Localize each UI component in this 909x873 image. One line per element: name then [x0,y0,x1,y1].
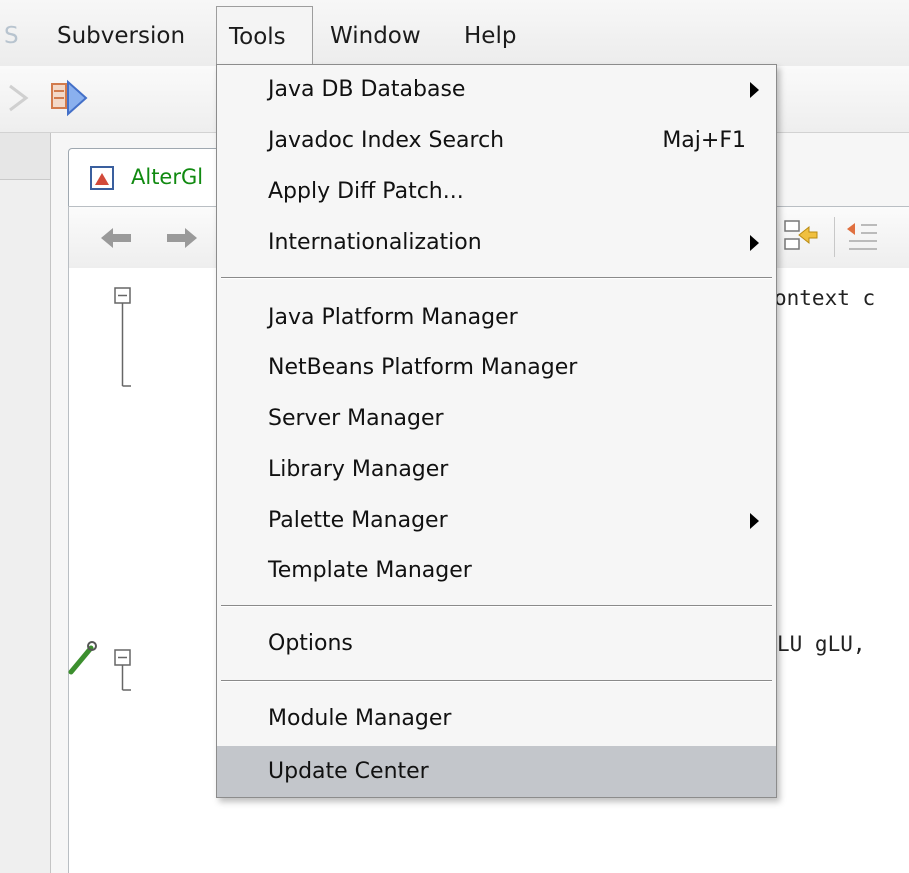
menu-item-library-manager[interactable]: Library Manager [217,446,776,494]
fold-collapse-icon[interactable] [113,648,133,698]
code-line: ontext c [774,286,876,310]
menu-item-label: Server Manager [268,406,444,431]
code-line: LU gLU, [777,632,866,656]
left-panel [0,133,50,873]
shift-left-icon[interactable] [845,217,879,257]
menu-item-label: NetBeans Platform Manager [268,355,578,380]
menu-item-label: Java Platform Manager [268,305,518,330]
menu-subversion[interactable]: Subversion [45,6,197,66]
menu-item-label: Internationalization [268,230,482,255]
forward-icon[interactable] [165,225,199,251]
menu-window[interactable]: Window [318,6,433,66]
debug-run-icon[interactable] [48,76,90,120]
left-panel-header [0,133,50,180]
menu-separator [221,605,772,607]
wrench-icon[interactable] [65,640,99,678]
menu-item-apply-diff-patch[interactable]: Apply Diff Patch... [217,168,776,216]
menu-item-options[interactable]: Options [217,620,776,668]
menu-item-label: Template Manager [268,558,472,583]
menu-item-shortcut: Maj+F1 [662,128,746,153]
menu-separator [221,680,772,682]
menu-item-label: Java DB Database [268,77,466,102]
menu-item-label: Module Manager [268,706,452,731]
menu-tools[interactable]: Tools [216,6,313,66]
submenu-arrow-icon [750,235,759,251]
menu-item-module-manager[interactable]: Module Manager [217,695,776,743]
menu-item-update-center[interactable]: Update Center [217,746,776,797]
menu-item-internationalization[interactable]: Internationalization [217,219,776,267]
screen: S Subversion Tools Window Help AlterGl o… [0,0,909,873]
menu-item-label: Update Center [268,759,429,784]
menu-item-javadoc-index-search[interactable]: Javadoc Index Search Maj+F1 [217,117,776,165]
menu-item-template-manager[interactable]: Template Manager [217,547,776,595]
menu-item-java-platform-manager[interactable]: Java Platform Manager [217,294,776,342]
submenu-arrow-icon [750,513,759,529]
menu-item-server-manager[interactable]: Server Manager [217,395,776,443]
toolbar-separator [834,217,835,257]
menu-separator [221,277,772,279]
menu-item-label: Library Manager [268,457,449,482]
menu-bar: S Subversion Tools Window Help [0,0,909,67]
submenu-arrow-icon [750,82,759,98]
menu-item-label: Apply Diff Patch... [268,179,464,204]
tools-menu: Java DB Database Javadoc Index Search Ma… [216,64,777,798]
menu-item-partial[interactable]: S [0,6,31,66]
menu-item-palette-manager[interactable]: Palette Manager [217,497,776,545]
menu-help[interactable]: Help [452,6,528,66]
menu-item-label: Options [268,631,353,656]
menu-item-label: Palette Manager [268,508,448,533]
editor-tab-label: AlterGl [131,165,204,189]
menu-item-netbeans-platform-manager[interactable]: NetBeans Platform Manager [217,344,776,392]
menu-item-label: Javadoc Index Search [268,128,505,153]
toggle-bookmark-icon[interactable] [781,217,821,257]
file-icon [90,166,114,190]
run-arrow-faded-icon[interactable] [4,80,34,116]
fold-collapse-icon[interactable] [113,286,133,396]
back-icon[interactable] [99,225,133,251]
menu-item-java-db-database[interactable]: Java DB Database [217,66,776,114]
editor-tab[interactable]: AlterGl [68,148,230,207]
